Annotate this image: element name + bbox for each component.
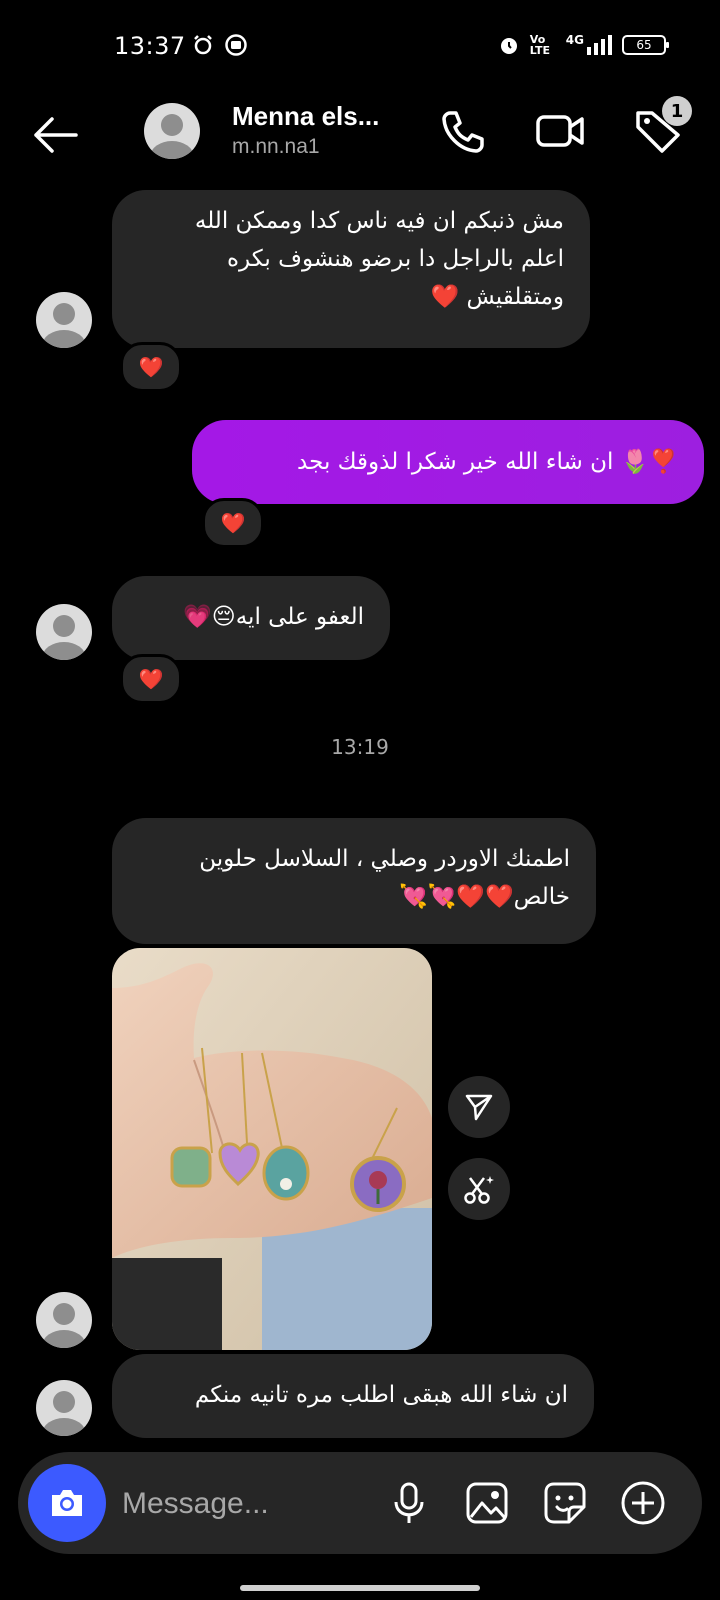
heart-reaction[interactable]: ❤️ [120,654,182,704]
photo-attachment[interactable] [112,948,432,1350]
heart-reaction[interactable]: ❤️ [120,342,182,392]
message-bubble-incoming[interactable]: العفو على ايه😔💗 [112,576,390,660]
timestamp-divider: 13:19 [331,735,389,759]
video-camera-icon[interactable] [534,105,586,157]
battery-indicator: 65 [622,35,669,55]
send-icon [465,1094,493,1121]
sender-avatar[interactable] [36,292,92,348]
microphone-button[interactable] [382,1476,436,1530]
tag-badge: 1 [662,96,692,126]
edit-button[interactable] [448,1158,510,1220]
contact-avatar[interactable] [144,103,200,159]
message-bubble-outgoing[interactable]: ❣️🌷 ان شاء الله خير شكرا لذوقك بجد [192,420,704,504]
status-bar: 13:37 Vo LTE 4G 65 [0,0,720,90]
message-bubble-incoming[interactable]: ان شاء الله هبقى اطلب مره تانيه منكم [112,1354,594,1438]
sender-avatar[interactable] [36,1292,92,1348]
volte-label: Vo LTE [529,33,551,57]
share-button[interactable] [448,1076,510,1138]
sender-avatar[interactable] [36,604,92,660]
contact-name[interactable]: Menna els... [232,101,379,132]
alarm-icon [194,35,212,55]
status-time: 13:37 [114,32,186,60]
home-indicator[interactable] [240,1585,480,1591]
gallery-button[interactable] [460,1476,514,1530]
message-composer [18,1452,702,1554]
phone-icon[interactable] [436,105,488,157]
plus-circle-icon [621,1481,665,1525]
sticker-icon [544,1482,586,1524]
message-bubble-incoming[interactable]: اطمنك الاوردر وصلي ، السلاسل حلوين خالص❤… [112,818,596,944]
network-label: 4G [565,33,584,47]
contact-handle[interactable]: m.nn.na1 [232,135,320,159]
sticker-button[interactable] [538,1476,592,1530]
signal-icon [587,35,612,55]
alarm-icon [500,38,517,54]
camera-button[interactable] [28,1464,106,1542]
chat-header: Menna els... m.nn.na1 [0,95,720,175]
add-button[interactable] [616,1476,670,1530]
message-bubble-incoming[interactable]: مش ذنبكم ان فيه ناس كدا وممكن الله اعلم … [112,190,590,348]
back-arrow-icon[interactable] [30,109,82,161]
camera-icon [52,1490,82,1516]
screen-record-icon [225,34,247,56]
sender-avatar[interactable] [36,1380,92,1436]
scissors-sparkle-icon [464,1176,494,1204]
image-icon [466,1482,508,1524]
heart-reaction[interactable]: ❤️ [202,498,264,548]
microphone-icon [394,1482,424,1523]
message-input[interactable] [120,1478,324,1530]
